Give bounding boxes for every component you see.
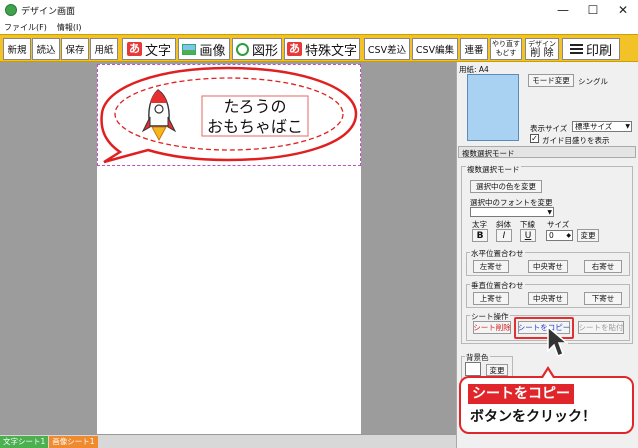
label-artwork[interactable]: たろうの おもちゃばこ [0,0,456,448]
size-label: サイズ [547,220,570,229]
mode-value: シングル [578,77,608,86]
close-button[interactable]: ✕ [608,0,638,20]
display-size-value: 標準サイズ [575,122,613,131]
align-right-button[interactable]: 右寄せ [584,260,622,273]
serial-number-button[interactable]: 連番 [460,38,488,60]
multi-select-group-label: 複数選択モード [466,164,521,175]
label-text-line2: おもちゃばこ [207,117,303,136]
font-select[interactable]: ▼ [470,207,554,217]
align-left-button[interactable]: 左寄せ [473,260,509,273]
sheet-paste-button: シートを貼付 [578,321,624,334]
mouse-pointer-icon [547,325,568,357]
print-icon [569,44,583,54]
multi-select-header: 複数選択モード [462,149,515,158]
paper-preview [467,74,519,141]
bg-color-swatch[interactable] [465,362,481,376]
guide-label: ガイド目盛りを表示 [542,136,610,145]
align-bottom-button[interactable]: 下寄せ [584,292,622,305]
bold-button[interactable]: B [472,229,488,242]
guide-checkbox[interactable]: ✓ [530,134,539,143]
italic-button[interactable]: I [496,229,512,242]
align-top-button[interactable]: 上寄せ [473,292,509,305]
display-size-select[interactable]: 標準サイズ ▼ [572,121,632,132]
minimize-button[interactable]: — [548,0,578,20]
redo-label[interactable]: やり直す [492,40,520,49]
maximize-button[interactable]: ☐ [578,0,608,20]
bg-color-change-button[interactable]: 変更 [486,364,508,376]
sheet-tab-text1[interactable]: 文字シート1 [0,436,49,448]
chevron-down-icon: ▼ [547,209,552,216]
label-text-line1: たろうの [223,97,286,116]
callout-line1: シートをコピー [468,384,574,404]
sheet-delete-button[interactable]: シート削除 [473,321,511,334]
sheet-tab-image1[interactable]: 画像シート1 [49,436,98,448]
callout-line2: ボタンをクリック！ [470,409,596,425]
undo-label[interactable]: もどす [496,49,517,58]
font-size-stepper[interactable]: 0 ◆ [546,230,573,241]
print-button-label: 印刷 [585,43,612,59]
v-align-label: 垂直位置合わせ [470,280,525,291]
delete-design-button[interactable]: デザイン 削 除 [525,38,559,60]
font-size-value: 0 [549,231,554,240]
spinner-icon: ◆ [566,232,571,239]
chevron-down-icon: ▼ [625,123,630,130]
sheet-tab-bar: 文字シート1 画像シート1 [0,434,456,448]
change-color-button[interactable]: 選択中の色を変更 [470,180,542,193]
print-button[interactable]: 印刷 [562,38,620,60]
apply-font-button[interactable]: 変更 [577,229,599,242]
underline-button[interactable]: U [520,229,536,242]
callout-tail-inner [543,370,553,378]
mode-change-button[interactable]: モード変更 [528,74,574,87]
delete-design-bottom: 削 除 [530,48,554,59]
align-h-center-button[interactable]: 中央寄せ [528,260,568,273]
display-size-label: 表示サイズ [530,124,568,133]
align-v-center-button[interactable]: 中央寄せ [528,292,568,305]
h-align-label: 水平位置合わせ [470,248,525,259]
redo-undo-button[interactable]: やり直す もどす [490,38,522,60]
